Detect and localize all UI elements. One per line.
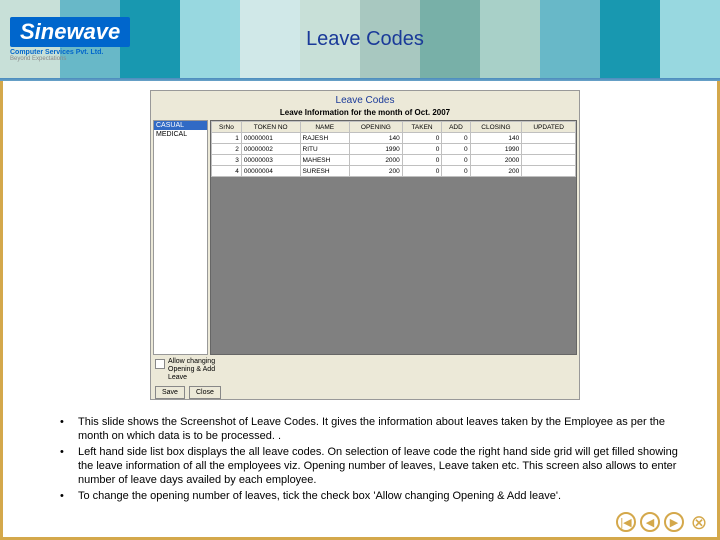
slide-nav: |◀ ◀ ▶ ⊗ (616, 512, 710, 532)
app-title: Leave Codes (151, 91, 579, 108)
cell: 0 (402, 166, 442, 177)
table-row[interactable]: 300000003MAHESH2000002000 (212, 155, 576, 166)
allow-changing-checkbox[interactable] (155, 359, 165, 369)
bullet-item: Left hand side list box displays the all… (60, 445, 690, 487)
cell (522, 155, 576, 166)
cell: 0 (402, 155, 442, 166)
nav-first-button[interactable]: |◀ (616, 512, 636, 532)
cell: 00000003 (241, 155, 300, 166)
cell: 4 (212, 166, 242, 177)
list-item[interactable]: MEDICAL (154, 130, 207, 139)
leave-code-list[interactable]: CASUALMEDICAL (153, 120, 208, 355)
close-button[interactable]: Close (189, 386, 221, 399)
cell: 2 (212, 144, 242, 155)
bullet-item: To change the opening number of leaves, … (60, 489, 690, 503)
logo-name: Sinewave (10, 17, 130, 47)
cell: SURESH (300, 166, 350, 177)
cell: 2000 (470, 155, 522, 166)
bullet-list: This slide shows the Screenshot of Leave… (60, 415, 690, 505)
logo-subtitle-1: Computer Services Pvt. Ltd. (10, 49, 140, 56)
cell: RAJESH (300, 133, 350, 144)
cell: 0 (442, 166, 470, 177)
cell: RITU (300, 144, 350, 155)
nav-close-button[interactable]: ⊗ (688, 512, 710, 532)
cell: MAHESH (300, 155, 350, 166)
cell: 140 (470, 133, 522, 144)
column-header: OPENING (350, 122, 403, 133)
save-button[interactable]: Save (155, 386, 185, 399)
slide-header: Sinewave Computer Services Pvt. Ltd. Bey… (0, 0, 720, 78)
header-divider (0, 78, 720, 81)
logo-subtitle-2: Beyond Expectations (10, 56, 140, 62)
column-header: TOKEN NO (241, 122, 300, 133)
cell: 0 (402, 144, 442, 155)
app-window: Leave Codes Leave Information for the mo… (150, 90, 580, 400)
column-header: TAKEN (402, 122, 442, 133)
column-header: ADD (442, 122, 470, 133)
cell: 3 (212, 155, 242, 166)
cell: 0 (442, 133, 470, 144)
table-row[interactable]: 100000001RAJESH14000140 (212, 133, 576, 144)
cell: 00000002 (241, 144, 300, 155)
cell: 00000001 (241, 133, 300, 144)
cell: 0 (442, 144, 470, 155)
column-header: NAME (300, 122, 350, 133)
nav-next-button[interactable]: ▶ (664, 512, 684, 532)
page-title: Leave Codes (140, 28, 590, 51)
table-row[interactable]: 200000002RITU1990001990 (212, 144, 576, 155)
cell (522, 144, 576, 155)
cell: 140 (350, 133, 403, 144)
cell: 00000004 (241, 166, 300, 177)
cell (522, 133, 576, 144)
nav-prev-button[interactable]: ◀ (640, 512, 660, 532)
cell: 0 (442, 155, 470, 166)
logo: Sinewave Computer Services Pvt. Ltd. Bey… (10, 17, 140, 62)
column-header: CLOSING (470, 122, 522, 133)
cell: 200 (350, 166, 403, 177)
leave-grid-container: SrNoTOKEN NONAMEOPENINGTAKENADDCLOSINGUP… (210, 120, 577, 355)
leave-grid[interactable]: SrNoTOKEN NONAMEOPENINGTAKENADDCLOSINGUP… (211, 121, 576, 177)
list-item[interactable]: CASUAL (154, 121, 207, 130)
cell: 1990 (470, 144, 522, 155)
cell: 200 (470, 166, 522, 177)
cell (522, 166, 576, 177)
cell: 0 (402, 133, 442, 144)
column-header: UPDATED (522, 122, 576, 133)
app-subtitle: Leave Information for the month of Oct. … (151, 108, 579, 120)
bullet-item: This slide shows the Screenshot of Leave… (60, 415, 690, 443)
cell: 2000 (350, 155, 403, 166)
column-header: SrNo (212, 122, 242, 133)
table-row[interactable]: 400000004SURESH20000200 (212, 166, 576, 177)
cell: 1990 (350, 144, 403, 155)
cell: 1 (212, 133, 242, 144)
allow-changing-label: Allow changingOpening & AddLeave (168, 358, 215, 382)
